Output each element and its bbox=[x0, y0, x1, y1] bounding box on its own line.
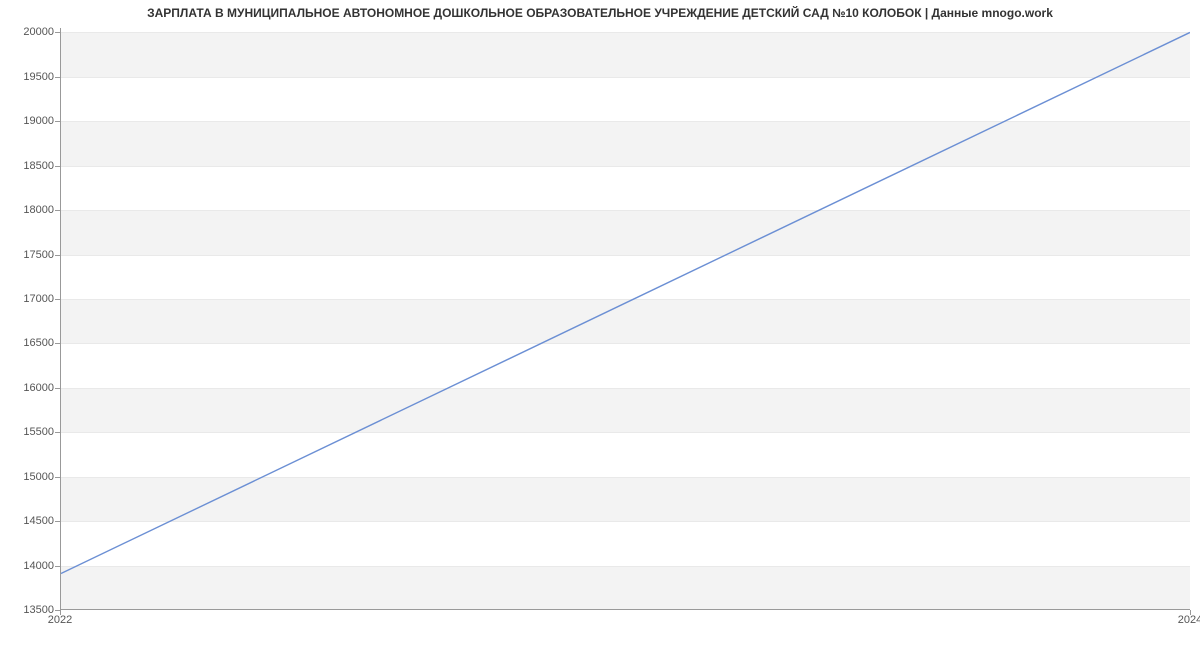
y-tick-mark bbox=[55, 32, 60, 33]
plot-area bbox=[60, 28, 1190, 610]
y-tick-mark bbox=[55, 477, 60, 478]
y-tick-label: 13500 bbox=[4, 604, 54, 616]
x-tick-mark bbox=[1190, 610, 1191, 615]
series-path bbox=[61, 32, 1190, 573]
y-tick-mark bbox=[55, 343, 60, 344]
y-tick-mark bbox=[55, 566, 60, 567]
y-tick-label: 15500 bbox=[4, 426, 54, 438]
y-tick-mark bbox=[55, 388, 60, 389]
chart-title: ЗАРПЛАТА В МУНИЦИПАЛЬНОЕ АВТОНОМНОЕ ДОШК… bbox=[0, 6, 1200, 20]
x-tick-label: 2022 bbox=[48, 614, 72, 626]
y-tick-mark bbox=[55, 77, 60, 78]
y-tick-mark bbox=[55, 521, 60, 522]
y-tick-mark bbox=[55, 299, 60, 300]
y-tick-label: 17500 bbox=[4, 249, 54, 261]
y-tick-label: 14000 bbox=[4, 560, 54, 572]
x-tick-mark bbox=[60, 610, 61, 615]
y-tick-mark bbox=[55, 166, 60, 167]
y-tick-label: 20000 bbox=[4, 26, 54, 38]
y-tick-label: 16500 bbox=[4, 337, 54, 349]
y-tick-label: 15000 bbox=[4, 471, 54, 483]
y-tick-label: 19500 bbox=[4, 71, 54, 83]
y-tick-label: 17000 bbox=[4, 293, 54, 305]
y-tick-label: 18000 bbox=[4, 204, 54, 216]
y-tick-mark bbox=[55, 210, 60, 211]
y-tick-mark bbox=[55, 121, 60, 122]
x-tick-label: 2024 bbox=[1178, 614, 1200, 626]
y-tick-label: 19000 bbox=[4, 115, 54, 127]
y-tick-mark bbox=[55, 432, 60, 433]
y-tick-mark bbox=[55, 255, 60, 256]
chart-container: ЗАРПЛАТА В МУНИЦИПАЛЬНОЕ АВТОНОМНОЕ ДОШК… bbox=[0, 0, 1200, 650]
line-series bbox=[61, 28, 1190, 609]
y-tick-label: 16000 bbox=[4, 382, 54, 394]
y-tick-label: 18500 bbox=[4, 160, 54, 172]
y-tick-label: 14500 bbox=[4, 515, 54, 527]
